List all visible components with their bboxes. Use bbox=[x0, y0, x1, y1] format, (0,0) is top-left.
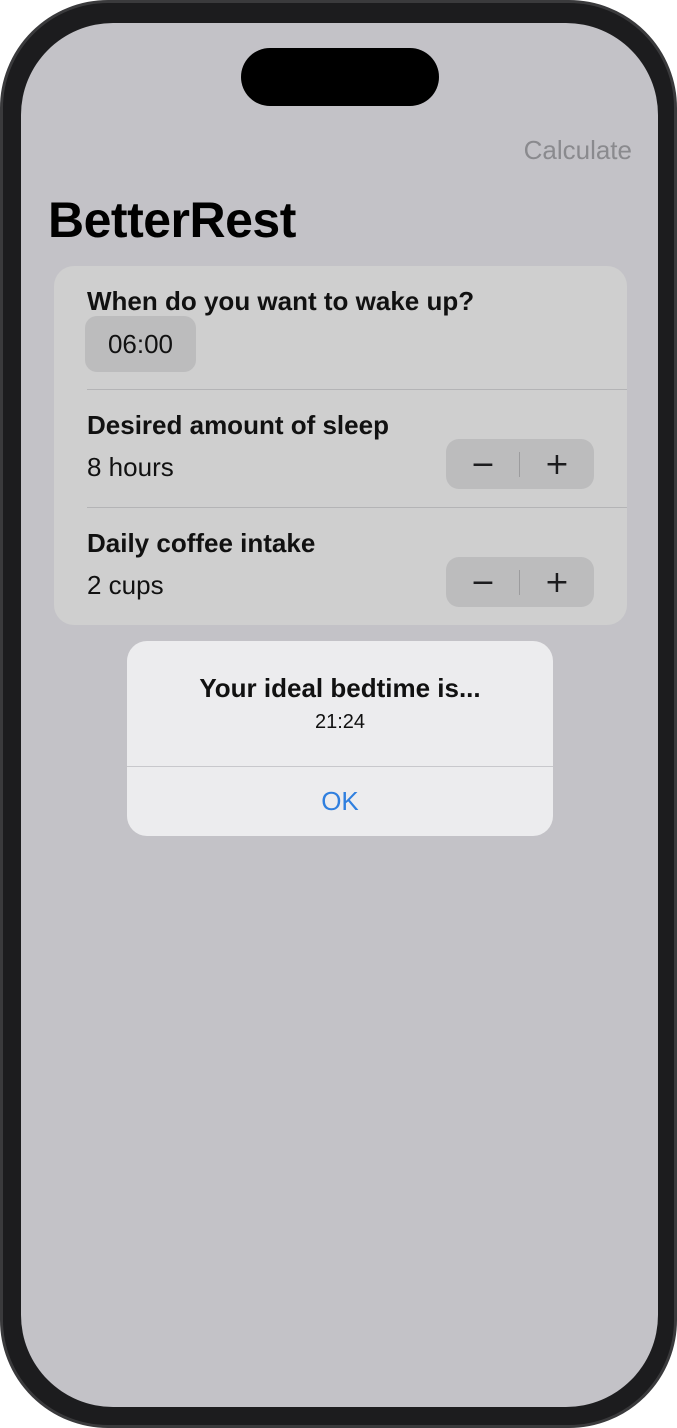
minus-icon: − bbox=[470, 564, 496, 600]
sleep-amount-row: Desired amount of sleep 8 hours − + bbox=[54, 390, 627, 507]
alert-message: 21:24 bbox=[314, 711, 366, 733]
sleep-increment-button[interactable]: + bbox=[520, 439, 594, 489]
coffee-increment-button[interactable]: + bbox=[520, 557, 594, 607]
coffee-decrement-button[interactable]: − bbox=[446, 557, 520, 607]
coffee-intake-value: 2 cups bbox=[87, 570, 164, 600]
plus-icon: + bbox=[544, 564, 570, 600]
calculate-button[interactable]: Calculate bbox=[524, 135, 632, 166]
coffee-intake-stepper: − + bbox=[446, 557, 594, 607]
phone-frame: Calculate BetterRest When do you want to… bbox=[0, 0, 677, 1428]
coffee-intake-label: Daily coffee intake bbox=[87, 528, 316, 558]
dynamic-island bbox=[241, 48, 439, 106]
sleep-amount-value: 8 hours bbox=[87, 452, 174, 482]
plus-icon: + bbox=[544, 446, 570, 482]
page-title: BetterRest bbox=[48, 192, 296, 248]
coffee-intake-row: Daily coffee intake 2 cups − + bbox=[54, 508, 627, 625]
minus-icon: − bbox=[470, 446, 496, 482]
wake-up-time-picker[interactable]: 06:00 bbox=[85, 316, 196, 372]
app-screen: Calculate BetterRest When do you want to… bbox=[21, 23, 658, 1407]
sleep-amount-stepper: − + bbox=[446, 439, 594, 489]
wake-up-label: When do you want to wake up? bbox=[87, 286, 475, 316]
bedtime-alert: Your ideal bedtime is... 21:24 OK bbox=[127, 641, 553, 836]
settings-form: When do you want to wake up? 06:00 Desir… bbox=[54, 266, 627, 625]
alert-title: Your ideal bedtime is... bbox=[199, 673, 481, 703]
sleep-decrement-button[interactable]: − bbox=[446, 439, 520, 489]
wake-up-row: When do you want to wake up? 06:00 bbox=[54, 266, 627, 389]
ok-button[interactable]: OK bbox=[127, 767, 553, 836]
sleep-amount-label: Desired amount of sleep bbox=[87, 410, 389, 440]
